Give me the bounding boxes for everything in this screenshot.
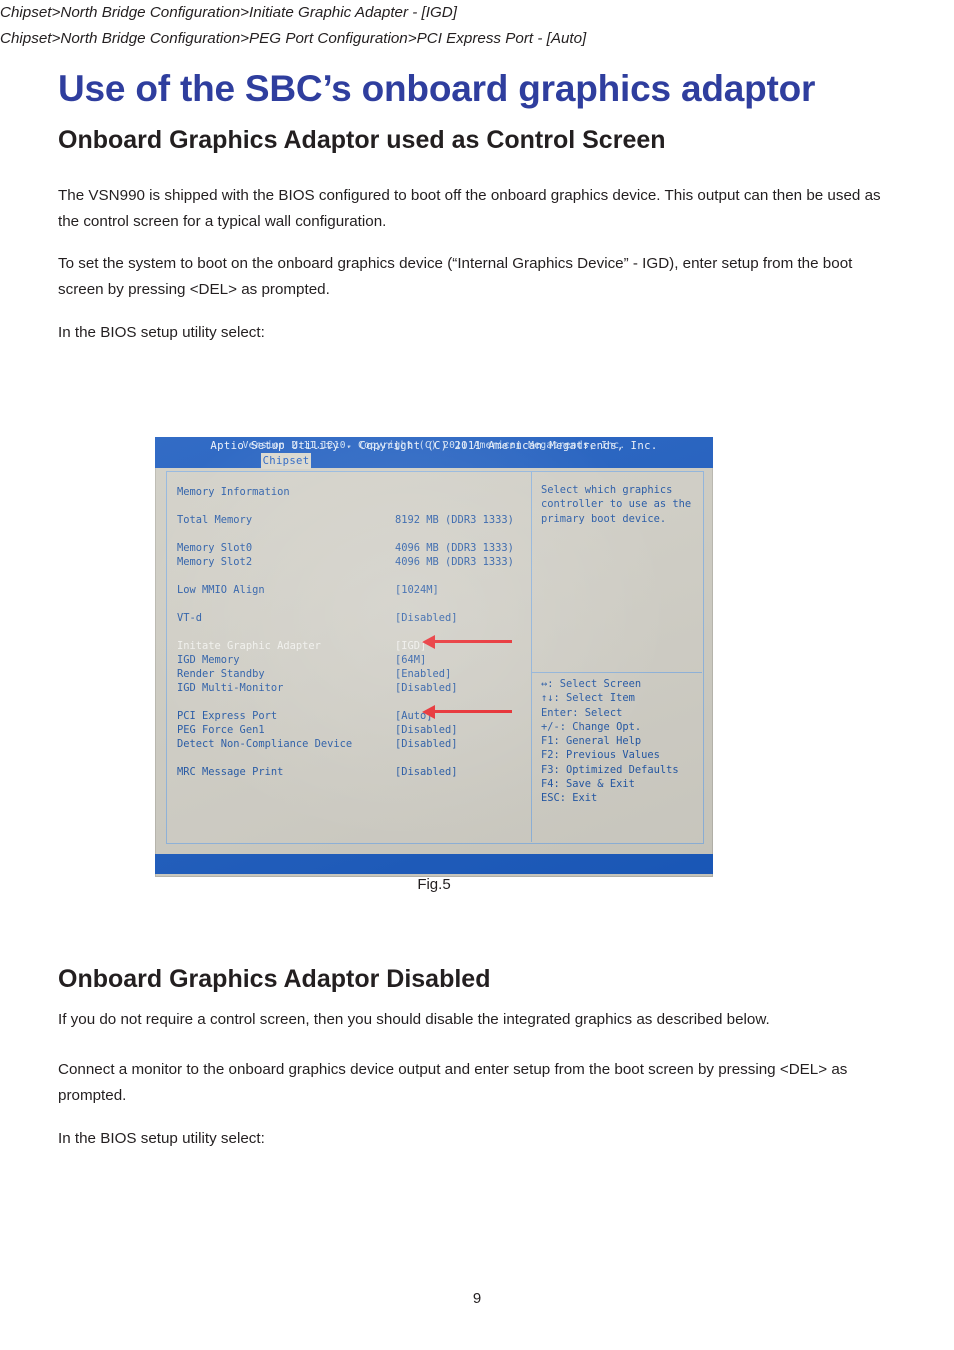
bios-tab-chipset[interactable]: Chipset (261, 453, 311, 469)
bios-row-label: Memory Slot2 (177, 556, 253, 568)
bios-row[interactable]: Total Memory 8192 MB (DDR3 1333) (177, 513, 527, 527)
bios-help-description: Select which graphics controller to use … (541, 483, 707, 526)
bios-row[interactable]: Memory Slot0 4096 MB (DDR3 1333) (177, 541, 527, 555)
bios-setup-screen: Aptio Setup Utility - Copyright (C) 2011… (155, 437, 713, 877)
bios-row-value: 4096 MB (DDR3 1333) (395, 542, 514, 554)
bios-row[interactable]: Low MMIO Align [1024M] (177, 583, 527, 597)
bios-path-list: Chipset>North Bridge Configuration>Initi… (0, 0, 954, 52)
bios-screenshot-photo: Aptio Setup Utility - Copyright (C) 2011… (155, 437, 713, 877)
section-heading-disabled: Onboard Graphics Adaptor Disabled (58, 964, 491, 993)
bios-row-value: [Enabled] (395, 668, 452, 680)
bios-row-value: [Disabled] (395, 612, 458, 624)
bios-row-value: [1024M] (395, 584, 439, 596)
bios-row-label: IGD Memory (177, 654, 240, 666)
bios-row[interactable]: Detect Non-Compliance Device [Disabled] (177, 737, 527, 751)
bios-path-igd: Chipset>North Bridge Configuration>Initi… (0, 4, 457, 21)
bios-help-line: primary boot device. (541, 512, 667, 525)
bios-bottom-bar (155, 854, 713, 874)
bios-row-value: [Disabled] (395, 738, 458, 750)
bios-bottom-bar-title: Version 2.11.1210. Copyright (C) 2011 Am… (242, 440, 626, 451)
bios-help-line: Select which graphics (541, 484, 673, 496)
bios-row-value: [Disabled] (395, 766, 458, 778)
bios-row-label: Detect Non-Compliance Device (177, 738, 353, 750)
bios-path-pci-express: Chipset>North Bridge Configuration>PEG P… (0, 30, 587, 47)
bios-key-legend-item: ↔: Select Screen (541, 678, 642, 690)
bios-row: Memory Information (177, 485, 527, 499)
annotation-arrow-pci-express-icon (422, 705, 512, 719)
bios-key-legend-item: F3: Optimized Defaults (541, 763, 679, 776)
bios-row[interactable]: MRC Message Print [Disabled] (177, 765, 527, 779)
bios-row[interactable]: VT-d [Disabled] (177, 611, 527, 625)
bios-key-legend-item: +/-: Change Opt. (541, 720, 642, 733)
document-page: Use of the SBC’s onboard graphics adapto… (0, 0, 954, 1350)
page-title: Use of the SBC’s onboard graphics adapto… (58, 67, 816, 109)
bios-key-legend-item: Enter: Select (541, 706, 623, 719)
section-heading-control-screen: Onboard Graphics Adaptor used as Control… (58, 125, 666, 154)
bios-row-label: MRC Message Print (177, 766, 284, 778)
bios-row-label: Memory Information (177, 486, 290, 498)
bios-key-legend: ↔: Select Screen ↑↓: Select Item Enter: … (541, 677, 707, 806)
bios-row-label: Total Memory (177, 514, 253, 526)
bios-row-value: 4096 MB (DDR3 1333) (395, 556, 514, 568)
page-number: 9 (472, 1290, 482, 1307)
bios-key-legend-item: F1: General Help (541, 735, 642, 748)
bios-help-divider (532, 672, 702, 673)
paragraph-control-screen-3: In the BIOS setup utility select: (58, 324, 265, 342)
bios-row-label: Low MMIO Align (177, 584, 265, 596)
paragraph-disabled-2: Connect a monitor to the onboard graphic… (58, 1061, 848, 1105)
bios-key-legend-item: F4: Save & Exit (541, 778, 635, 791)
bios-row-value: [Disabled] (395, 682, 458, 694)
annotation-arrow-igd-icon (422, 635, 512, 649)
paragraph-disabled-3: In the BIOS setup utility select: (58, 1130, 265, 1148)
bios-row-value: [64M] (395, 654, 427, 666)
bios-key-legend-item: ↑↓: Select Item (541, 692, 635, 705)
paragraph-disabled-1: If you do not require a control screen, … (58, 1011, 770, 1029)
bios-help-line: controller to use as the (541, 498, 692, 511)
bios-row-label: Render Standby (177, 668, 265, 680)
bios-row-label: Initate Graphic Adapter (177, 640, 321, 652)
bios-row-label: Memory Slot0 (177, 542, 253, 554)
bios-row[interactable]: IGD Multi-Monitor [Disabled] (177, 681, 527, 695)
bios-row[interactable]: PEG Force Gen1 [Disabled] (177, 723, 527, 737)
paragraph-control-screen-2: To set the system to boot on the onboard… (58, 255, 853, 299)
bios-row[interactable]: IGD Memory [64M] (177, 653, 527, 667)
bios-row-value: 8192 MB (DDR3 1333) (395, 514, 514, 526)
bios-row-label: IGD Multi-Monitor (177, 682, 284, 694)
bios-row[interactable]: Render Standby [Enabled] (177, 667, 527, 681)
bios-row-value: [Disabled] (395, 724, 458, 736)
bios-row-label: PEG Force Gen1 (177, 724, 265, 736)
bios-key-legend-item: F2: Previous Values (541, 749, 660, 762)
bios-row-label: VT-d (177, 612, 203, 624)
bios-row-label: PCI Express Port (177, 710, 278, 722)
paragraph-control-screen-1: The VSN990 is shipped with the BIOS conf… (58, 187, 881, 231)
bios-row[interactable]: Memory Slot2 4096 MB (DDR3 1333) (177, 555, 527, 569)
bios-key-legend-item: ESC: Exit (541, 792, 598, 805)
figure-caption: Fig.5 (417, 876, 451, 893)
bios-pane-divider (531, 471, 532, 842)
